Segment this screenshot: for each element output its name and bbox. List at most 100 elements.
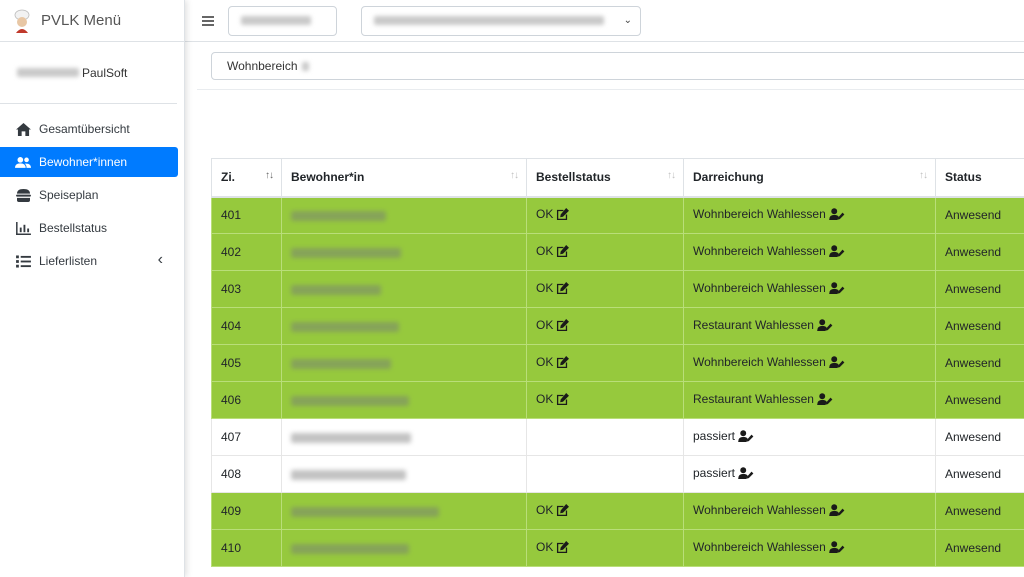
redacted-user-prefix bbox=[17, 68, 79, 77]
unit-select[interactable]: ⌄ bbox=[361, 5, 641, 36]
resident-cell[interactable] bbox=[281, 233, 527, 271]
order-status-cell[interactable]: OK bbox=[526, 529, 684, 567]
redacted-resident-name bbox=[291, 469, 406, 480]
column-header-order-status[interactable]: Bestellstatus ↑↓ bbox=[526, 158, 684, 198]
resident-cell[interactable] bbox=[281, 418, 527, 456]
column-header-resident[interactable]: Bewohner*in ↑↓ bbox=[281, 158, 527, 198]
brand-link[interactable]: PVLK Menü bbox=[0, 0, 184, 42]
user-edit-icon[interactable] bbox=[817, 319, 833, 334]
serving-cell: Wohnbereich Wahlessen bbox=[683, 344, 936, 382]
order-status-cell[interactable]: OK bbox=[526, 344, 684, 382]
user-edit-icon[interactable] bbox=[828, 282, 845, 297]
resident-cell[interactable] bbox=[281, 270, 527, 308]
order-status-cell[interactable]: OK bbox=[526, 233, 684, 271]
user-edit-icon[interactable] bbox=[828, 245, 845, 260]
sort-icon: ↑↓ bbox=[919, 170, 928, 181]
serving-cell: passiert bbox=[683, 418, 936, 456]
order-status-text: OK bbox=[536, 281, 554, 295]
order-status-text: OK bbox=[536, 355, 554, 369]
order-status-cell[interactable]: OK bbox=[526, 381, 684, 419]
user-edit-icon[interactable] bbox=[828, 356, 845, 371]
table-row[interactable]: 406 OK Restaurant Wahlessen Anwesend bbox=[211, 381, 1024, 419]
user-edit-icon[interactable] bbox=[828, 504, 845, 519]
user-edit-icon[interactable] bbox=[738, 467, 754, 482]
user-edit-icon[interactable] bbox=[828, 541, 845, 556]
user-edit-icon[interactable] bbox=[817, 393, 833, 408]
sidebar-item-speiseplan[interactable]: Speiseplan bbox=[0, 180, 177, 210]
column-header-room[interactable]: Zi. ↑↓ bbox=[211, 158, 282, 198]
status-cell: Anwesend bbox=[935, 381, 1024, 419]
edit-icon[interactable] bbox=[556, 319, 570, 334]
table-row[interactable]: 408 passiert Anwesend bbox=[211, 455, 1024, 493]
redacted-resident-name bbox=[291, 358, 391, 369]
room-cell: 410 bbox=[211, 529, 282, 567]
status-cell: Anwesend bbox=[935, 418, 1024, 456]
resident-cell[interactable] bbox=[281, 381, 527, 419]
serving-text: Restaurant Wahlessen bbox=[693, 318, 814, 332]
room-cell: 406 bbox=[211, 381, 282, 419]
order-status-cell[interactable]: OK bbox=[526, 492, 684, 530]
sidebar-item-label: Lieferlisten bbox=[39, 254, 98, 268]
serving-text: Wohnbereich Wahlessen bbox=[693, 503, 826, 517]
order-status-text: OK bbox=[536, 244, 554, 258]
edit-icon[interactable] bbox=[556, 393, 570, 408]
status-cell: Anwesend bbox=[935, 455, 1024, 493]
resident-cell[interactable] bbox=[281, 196, 527, 234]
order-status-cell[interactable]: OK bbox=[526, 307, 684, 345]
column-label: Bewohner*in bbox=[291, 170, 365, 185]
sort-icon: ↑↓ bbox=[510, 170, 519, 181]
resident-cell[interactable] bbox=[281, 344, 527, 382]
resident-cell[interactable] bbox=[281, 529, 527, 567]
resident-cell[interactable] bbox=[281, 455, 527, 493]
order-status-cell bbox=[526, 418, 684, 456]
user-edit-icon[interactable] bbox=[828, 208, 845, 223]
column-header-status[interactable]: Status bbox=[935, 158, 1024, 198]
user-edit-icon[interactable] bbox=[738, 430, 754, 445]
wohnbereich-filter[interactable]: Wohnbereich bbox=[211, 52, 1024, 80]
bar-chart-icon bbox=[15, 220, 31, 236]
chevron-down-icon: ⌄ bbox=[623, 14, 632, 26]
location-select[interactable] bbox=[228, 5, 337, 36]
order-status-cell[interactable]: OK bbox=[526, 270, 684, 308]
user-panel[interactable]: PaulSoft bbox=[0, 42, 177, 104]
status-cell: Anwesend bbox=[935, 307, 1024, 345]
sidebar-item-bewohner-innen[interactable]: Bewohner*innen bbox=[0, 147, 178, 177]
serving-cell: Restaurant Wahlessen bbox=[683, 381, 936, 419]
sidebar-item-label: Bewohner*innen bbox=[39, 155, 128, 169]
hamburger-menu-icon[interactable] bbox=[202, 14, 214, 28]
residents-table: Zi. ↑↓ Bewohner*in ↑↓ Bestellstatus ↑↓ D… bbox=[211, 158, 1024, 567]
redacted-resident-name bbox=[291, 506, 439, 517]
column-header-serving[interactable]: Darreichung ↑↓ bbox=[683, 158, 936, 198]
edit-icon[interactable] bbox=[556, 245, 570, 260]
sidebar-item-gesamtübersicht[interactable]: Gesamtübersicht bbox=[0, 114, 177, 144]
redacted-resident-name bbox=[291, 211, 386, 222]
edit-icon[interactable] bbox=[556, 208, 570, 223]
edit-icon[interactable] bbox=[556, 541, 570, 556]
resident-cell[interactable] bbox=[281, 307, 527, 345]
order-status-text: OK bbox=[536, 392, 554, 406]
edit-icon[interactable] bbox=[556, 504, 570, 519]
resident-cell[interactable] bbox=[281, 492, 527, 530]
table-row[interactable]: 403 OK Wohnbereich Wahlessen Anwesend bbox=[211, 270, 1024, 308]
order-status-cell bbox=[526, 455, 684, 493]
app-title: PVLK Menü bbox=[41, 12, 122, 29]
table-row[interactable]: 402 OK Wohnbereich Wahlessen Anwesend bbox=[211, 233, 1024, 271]
table-row[interactable]: 401 OK Wohnbereich Wahlessen Anwesend bbox=[211, 196, 1024, 234]
serving-text: Wohnbereich Wahlessen bbox=[693, 540, 826, 554]
filter-label: Wohnbereich bbox=[227, 59, 298, 73]
edit-icon[interactable] bbox=[556, 282, 570, 297]
redacted-resident-name bbox=[291, 395, 409, 406]
chef-logo-icon bbox=[12, 9, 32, 33]
table-row[interactable]: 405 OK Wohnbereich Wahlessen Anwesend bbox=[211, 344, 1024, 382]
redacted-location-value bbox=[241, 16, 311, 25]
serving-text: Wohnbereich Wahlessen bbox=[693, 207, 826, 222]
table-row[interactable]: 409 OK Wohnbereich Wahlessen Anwesend bbox=[211, 492, 1024, 530]
table-row[interactable]: 404 OK Restaurant Wahlessen Anwesend bbox=[211, 307, 1024, 345]
table-row[interactable]: 410 OK Wohnbereich Wahlessen Anwesend bbox=[211, 529, 1024, 567]
sort-icon: ↑↓ bbox=[667, 170, 676, 181]
sidebar-item-lieferlisten[interactable]: Lieferlisten ‹ bbox=[0, 246, 177, 276]
edit-icon[interactable] bbox=[556, 356, 570, 371]
table-row[interactable]: 407 passiert Anwesend bbox=[211, 418, 1024, 456]
sidebar-item-bestellstatus[interactable]: Bestellstatus bbox=[0, 213, 177, 243]
order-status-cell[interactable]: OK bbox=[526, 196, 684, 234]
